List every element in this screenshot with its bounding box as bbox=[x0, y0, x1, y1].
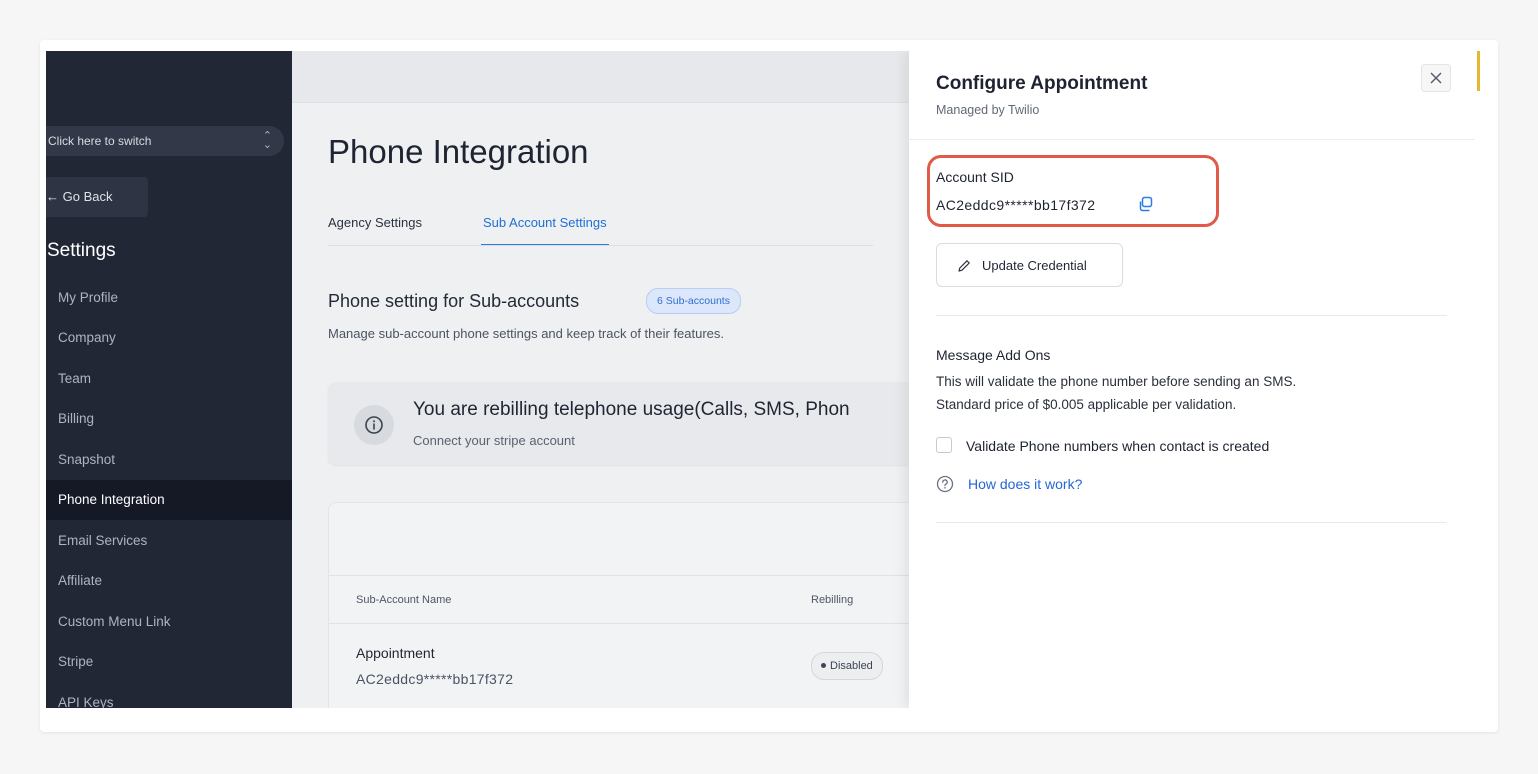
close-icon bbox=[1430, 72, 1442, 84]
sidebar-item-label: Stripe bbox=[58, 654, 94, 670]
sidebar-item-label: Phone Integration bbox=[58, 492, 165, 508]
settings-nav: My Profile Company Team Billing Snapshot… bbox=[46, 277, 292, 708]
drawer-title: Configure Appointment bbox=[936, 73, 1148, 94]
sidebar-item-affiliate[interactable]: Affiliate bbox=[46, 561, 292, 602]
sidebar-item-stripe[interactable]: Stripe bbox=[46, 642, 292, 683]
sidebar-item-snapshot[interactable]: Snapshot bbox=[46, 439, 292, 480]
pencil-icon bbox=[958, 260, 970, 272]
sidebar-item-label: Snapshot bbox=[58, 451, 116, 467]
message-add-ons-title: Message Add Ons bbox=[936, 347, 1051, 363]
sidebar-item-label: Custom Menu Link bbox=[58, 613, 171, 629]
background-window-edge bbox=[1475, 51, 1482, 708]
validate-phone-checkbox-label[interactable]: Validate Phone numbers when contact is c… bbox=[966, 438, 1269, 454]
edge-mark bbox=[1477, 51, 1480, 91]
go-back-button[interactable]: ← Go Back bbox=[46, 177, 148, 217]
sidebar-item-my-profile[interactable]: My Profile bbox=[46, 277, 292, 318]
sidebar-item-email-services[interactable]: Email Services bbox=[46, 520, 292, 561]
help-circle-icon bbox=[936, 475, 954, 493]
sidebar-item-phone-integration[interactable]: Phone Integration bbox=[46, 479, 292, 520]
update-credential-button[interactable]: Update Credential bbox=[936, 243, 1123, 287]
account-switcher-label: Click here to switch bbox=[48, 134, 152, 148]
sidebar-item-billing[interactable]: Billing bbox=[46, 399, 292, 440]
sidebar-item-team[interactable]: Team bbox=[46, 358, 292, 399]
sidebar-item-label: Email Services bbox=[58, 532, 148, 548]
message-add-ons-description: This will validate the phone number befo… bbox=[936, 374, 1297, 389]
account-sid-label: Account SID bbox=[936, 169, 1014, 185]
account-switcher[interactable]: Click here to switch ⌃ ⌄ bbox=[46, 126, 284, 156]
sidebar-item-label: My Profile bbox=[58, 289, 119, 305]
sidebar-item-company[interactable]: Company bbox=[46, 318, 292, 359]
section-divider bbox=[936, 315, 1447, 316]
how-does-it-work-label: How does it work? bbox=[968, 476, 1083, 492]
go-back-label: ← Go Back bbox=[46, 189, 113, 204]
sidebar-item-label: Company bbox=[58, 330, 116, 346]
app-window: Click here to switch ⌃ ⌄ ← Go Back Settin… bbox=[46, 51, 1482, 708]
sidebar-item-label: Billing bbox=[58, 411, 95, 427]
close-button[interactable] bbox=[1421, 64, 1451, 92]
sidebar-item-custom-menu-link[interactable]: Custom Menu Link bbox=[46, 601, 292, 642]
drawer-subtitle: Managed by Twilio bbox=[936, 103, 1040, 117]
sidebar-item-label: API Keys bbox=[58, 694, 114, 708]
message-add-ons-pricing: Standard price of $0.005 applicable per … bbox=[936, 397, 1237, 412]
sidebar-item-api-keys[interactable]: API Keys bbox=[46, 682, 292, 708]
section-divider bbox=[936, 522, 1447, 523]
configure-drawer: Configure Appointment Managed by Twilio … bbox=[909, 51, 1475, 708]
sidebar-item-label: Team bbox=[58, 370, 92, 386]
settings-heading: Settings bbox=[47, 240, 116, 261]
screenshot-frame: Click here to switch ⌃ ⌄ ← Go Back Settin… bbox=[40, 40, 1498, 732]
update-credential-label: Update Credential bbox=[982, 258, 1087, 273]
copy-icon[interactable] bbox=[1136, 194, 1156, 214]
account-sid-value: AC2eddc9*****bb17f372 bbox=[936, 197, 1096, 213]
sidebar: Click here to switch ⌃ ⌄ ← Go Back Settin… bbox=[46, 51, 292, 708]
chevron-updown-icon: ⌃ ⌄ bbox=[262, 130, 272, 151]
sidebar-item-label: Affiliate bbox=[58, 573, 103, 589]
drawer-header-divider bbox=[909, 139, 1475, 140]
account-sid-highlight bbox=[927, 155, 1219, 227]
validate-phone-checkbox[interactable] bbox=[936, 437, 952, 453]
